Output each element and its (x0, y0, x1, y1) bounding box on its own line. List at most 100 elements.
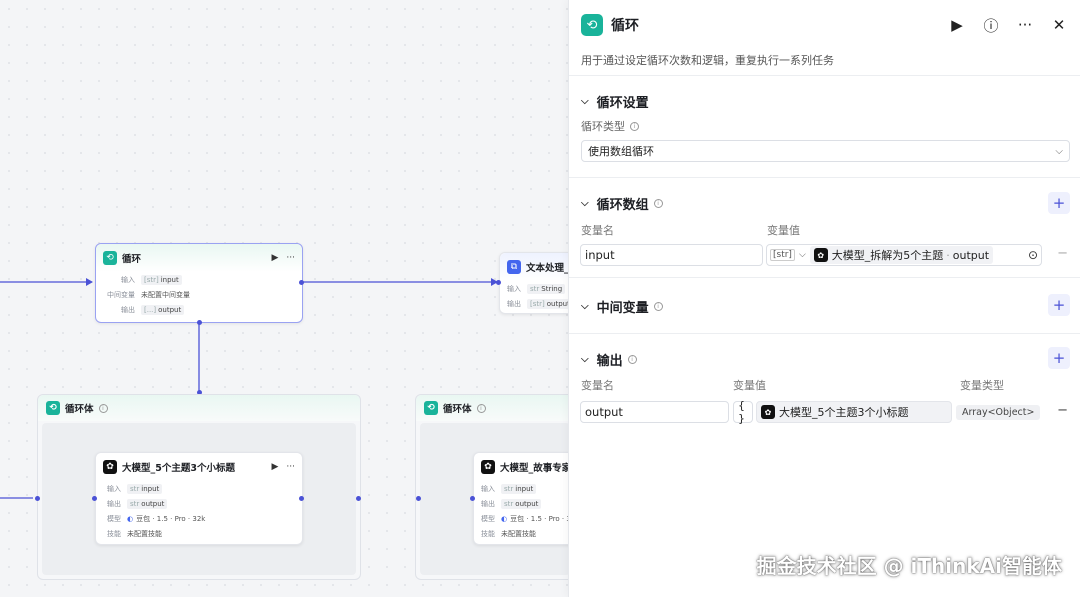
loop-body-title: 循环体 (443, 404, 472, 415)
text-process-node[interactable]: ⧉ 文本处理_ 输入 str String 输出 [str] output (499, 252, 579, 314)
info-icon[interactable]: i (630, 121, 639, 131)
llm-row-model: 模型 ◐ 豆包 · 1.5 · Pro · 32k (96, 511, 302, 526)
type-tag[interactable]: [str] (770, 249, 795, 261)
row-value: 豆包 · 1.5 · Pro · 3 (510, 514, 571, 523)
var-type: str (130, 499, 140, 508)
more-icon[interactable]: ··· (286, 462, 295, 472)
row-value: 豆包 · 1.5 · Pro · 32k (136, 514, 206, 523)
var-tag: str input (127, 483, 163, 494)
remove-icon[interactable]: − (1057, 403, 1068, 418)
section-intermediate: ⌵ 中间变量 i + (569, 278, 1080, 334)
more-icon[interactable]: ··· (286, 253, 295, 263)
loop-node[interactable]: ⟲ 循环 ▶ ··· 输入 [str] input 中间变量 未配置中间变量 输出… (95, 243, 303, 323)
loop-node-title: 循环 (122, 254, 142, 265)
loop-type-select[interactable]: 使用数组循环 ⌵ (581, 140, 1070, 162)
port-dot[interactable] (356, 496, 361, 501)
remove-icon[interactable]: − (1057, 246, 1068, 261)
more-icon[interactable]: ··· (1016, 16, 1034, 34)
run-icon[interactable]: ▶ (271, 253, 278, 263)
llm-node-1[interactable]: ✿ 大模型_5个主题3个小标题 ▶ ··· 输入 str input 输出 str… (95, 452, 303, 545)
var-type: [...] (144, 305, 157, 314)
ref-source: 大模型_拆解为5个主题 (831, 249, 944, 262)
info-icon[interactable]: i (627, 354, 637, 364)
llm-row-output: 输出 str output (96, 496, 302, 511)
llm-icon: ✿ (813, 248, 828, 262)
llm-row-model: 模型 ◐ 豆包 · 1.5 · Pro · 3 (474, 511, 582, 526)
chevron-down-icon[interactable]: ⌵ (799, 250, 806, 260)
row-value: 未配置中间变量 (141, 290, 190, 299)
port-dot[interactable] (416, 496, 421, 501)
var-tag: [...] output (141, 304, 185, 315)
var-tag: str input (501, 483, 537, 494)
array-var-value-ref[interactable]: [str] ⌵ ✿ 大模型_拆解为5个主题 · output ⊙ (766, 244, 1042, 266)
llm-row-skill: 技能 未配置技能 (474, 526, 582, 541)
input-value: output (585, 405, 623, 419)
close-icon[interactable]: ✕ (1050, 16, 1068, 34)
var-name: input (160, 275, 179, 284)
var-type: [str] (144, 275, 159, 284)
var-type: str (504, 499, 514, 508)
chevron-down-icon[interactable]: ⌵ (581, 301, 589, 312)
output-var-name-input[interactable]: output (580, 401, 729, 423)
brace-icon: { } (738, 399, 745, 425)
section-title: 中间变量 (596, 300, 649, 316)
section-title: 循环数组 (596, 197, 649, 213)
select-value: 使用数组循环 (588, 145, 654, 158)
port-dot[interactable] (470, 496, 475, 501)
var-tag: str output (501, 498, 542, 509)
array-var-name-input[interactable]: input (580, 244, 763, 266)
row-label: 模型 (107, 514, 121, 523)
llm-row-input: 输入 str input (96, 481, 302, 496)
info-icon[interactable]: i (653, 198, 663, 208)
row-label: 输入 (107, 484, 121, 493)
chevron-down-icon[interactable]: ⌵ (581, 354, 589, 365)
panel-title: 循环 (611, 18, 639, 34)
section-header[interactable]: ⌵ 中间变量 i (581, 278, 1070, 334)
var-name: output (141, 499, 165, 508)
watermark: 掘金技术社区 @ iThinkAi智能体 (756, 554, 1062, 578)
run-icon[interactable]: ▶ (948, 16, 966, 34)
info-icon[interactable]: i (98, 403, 108, 413)
row-label: 模型 (481, 514, 495, 523)
output-var-value-ref[interactable]: ✿ 大模型_5个主题3个小标题 (756, 401, 952, 423)
llm-icon: ✿ (481, 460, 495, 474)
var-tag: [str] input (141, 274, 182, 285)
var-name: input (515, 484, 534, 493)
brace-toggle[interactable]: { } (733, 399, 753, 425)
port-dot[interactable] (299, 280, 304, 285)
text-node-row-output: 输出 [str] output (500, 296, 578, 311)
llm-row-input: 输入 str input (474, 481, 582, 496)
llm-icon: ✿ (103, 460, 117, 474)
port-dot[interactable] (496, 280, 501, 285)
ref-chip: ✿ 大模型_拆解为5个主题 · output (809, 246, 994, 264)
row-label: 输入 (121, 275, 135, 284)
add-output-button[interactable]: + (1048, 347, 1070, 369)
row-label: 中间变量 (107, 290, 135, 299)
add-array-button[interactable]: + (1048, 192, 1070, 214)
var-name: String (541, 284, 563, 293)
help-icon[interactable]: ⓘ (982, 15, 1000, 36)
info-icon[interactable]: i (476, 403, 486, 413)
chevron-down-icon[interactable]: ⌵ (581, 198, 589, 209)
info-icon[interactable]: i (653, 301, 663, 311)
llm-row-skill: 技能 未配置技能 (96, 526, 302, 541)
loop-body-header: ⟲ 循环体 i (416, 395, 574, 421)
section-header[interactable]: ⌵ 循环数组 i (581, 178, 1070, 228)
run-icon[interactable]: ▶ (271, 462, 278, 472)
var-name: output (546, 299, 570, 308)
add-intermediate-button[interactable]: + (1048, 294, 1070, 316)
port-dot[interactable] (92, 496, 97, 501)
loop-node-header: ⟲ 循环 ▶ ··· (96, 244, 302, 272)
section-loop-array: ⌵ 循环数组 i + 变量名 变量值 input [str] ⌵ ✿ 大模型_拆… (569, 178, 1080, 278)
port-dot[interactable] (299, 496, 304, 501)
panel-description: 用于通过设定循环次数和逻辑，重复执行一系列任务 (569, 50, 1080, 76)
port-dot[interactable] (35, 496, 40, 501)
llm-node-2[interactable]: ✿ 大模型_故事专家 输入 str input 输出 str output 模型 ◐… (473, 452, 583, 545)
target-icon[interactable]: ⊙ (1028, 248, 1038, 262)
chevron-down-icon[interactable]: ⌵ (581, 96, 589, 107)
row-label: 输出 (481, 499, 495, 508)
ref-source: 大模型_5个主题3个小标题 (779, 406, 909, 419)
port-dot[interactable] (197, 320, 202, 325)
var-type: str (130, 484, 140, 493)
section-loop-settings: ⌵ 循环设置 循环类型 i 使用数组循环 ⌵ (569, 76, 1080, 178)
